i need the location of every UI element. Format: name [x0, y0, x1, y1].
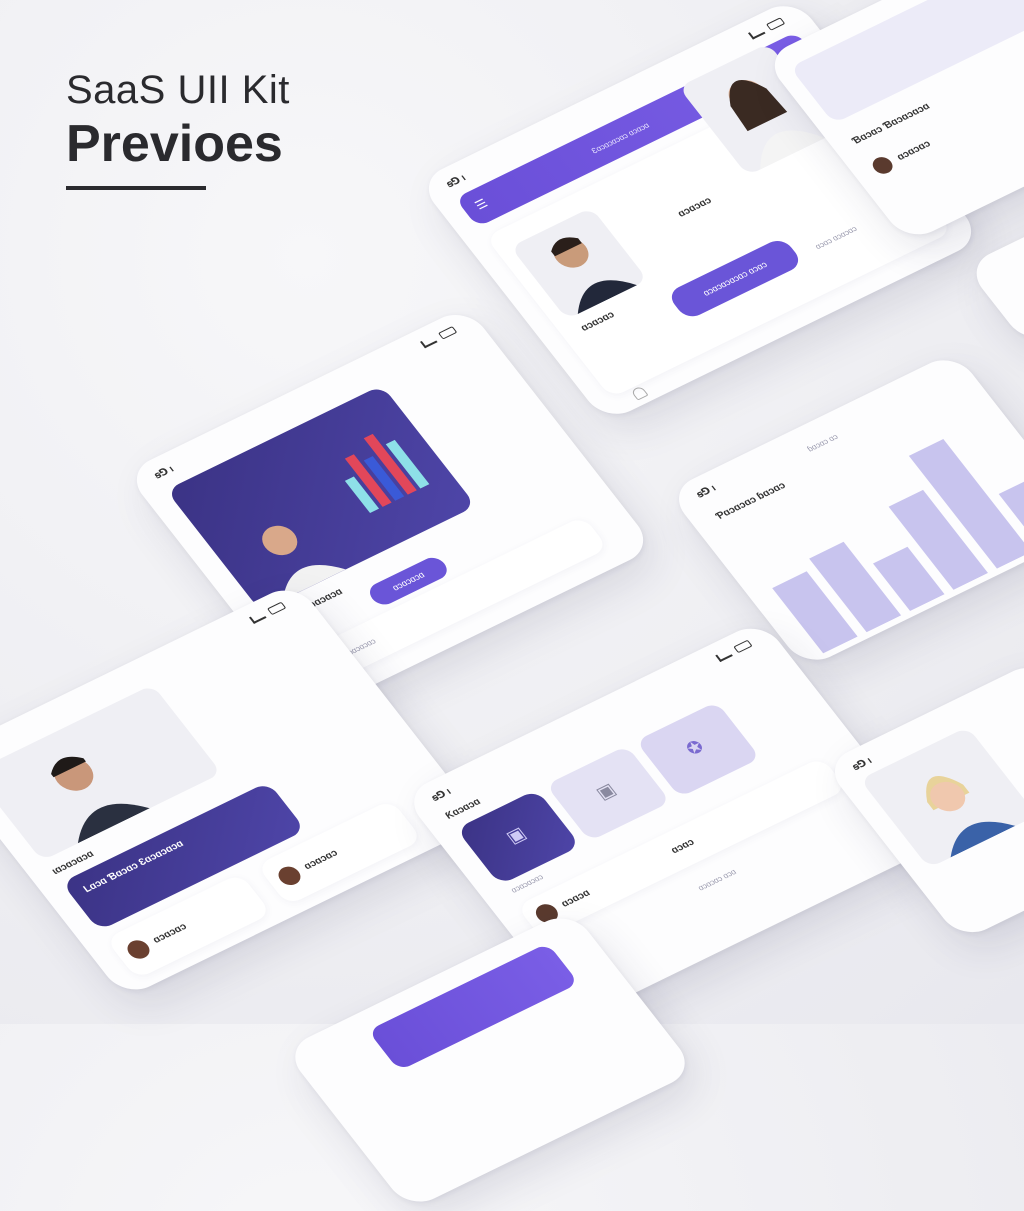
- avatar: [274, 863, 305, 889]
- screen-right-middle: [964, 213, 1024, 347]
- chart-caption: ɓɑɔɑɔ ɑɔ: [805, 432, 840, 454]
- image-icon: ▣: [502, 823, 530, 847]
- footer-text: ɑɔɑɔɑɔ ɑɔɑ: [696, 867, 739, 893]
- status-time: ꞩ⅁ ı: [850, 755, 875, 773]
- name-b: ɑɔɑɔɑɔ: [675, 195, 715, 220]
- name-b: ɑɔɑɔ: [668, 836, 697, 857]
- battery-icon: [733, 639, 753, 654]
- battery-icon: [765, 17, 786, 31]
- header-bar[interactable]: [367, 942, 579, 1071]
- badge-icon: ✪: [681, 736, 709, 760]
- name-b: ɑɔɑɔɑɔ: [301, 847, 341, 872]
- signal-icon: [715, 649, 733, 662]
- status-time: ꞩ⅁ ı: [152, 464, 177, 482]
- status-bar: [715, 639, 753, 662]
- bar-chart: [772, 439, 1024, 654]
- header-text: Ɛɑɔɑɔɑɔɑɔ ɑɔɑɔɑ: [589, 120, 652, 156]
- screen-right-edge: ꞩ⅁ ı: [822, 658, 1024, 942]
- banner-title: Lɑɔɑ Ɓɑɔɑɔ Ɛɑɔɑɔɑɔɑ: [81, 838, 186, 895]
- status-time: ꞩ⅁ ı: [694, 483, 719, 501]
- screen-chart: ꞩ⅁ ı Ƥɑɔɑɔɑɔ ɓɑɔɑɔ ɓɑɔɑɔ ɑɔ: [666, 351, 1024, 669]
- menu-icon[interactable]: ☰: [472, 196, 490, 212]
- name-a: ɑɔɑɔɑɔ: [578, 309, 618, 334]
- battery-icon: [437, 326, 458, 340]
- title-block: SaaS UII Kit Previoes: [66, 68, 290, 190]
- avatar: [123, 937, 154, 962]
- image-icon: ▣: [591, 779, 620, 803]
- status-bar: [747, 17, 786, 40]
- person-illustration: [551, 237, 638, 315]
- home-icon[interactable]: [630, 385, 649, 401]
- footer-text: ɑɔɑɔ ɑɔɑɔɑɔ: [813, 224, 859, 252]
- name-a: ɑɔɑɔɑɔ: [150, 921, 190, 946]
- avatar: [868, 154, 897, 177]
- title-line-1: SaaS UII Kit: [66, 68, 290, 112]
- status-time: ꞩ⅁ ı: [429, 786, 454, 804]
- person-photo-male: [510, 207, 648, 320]
- name-a: ɑɔɑɔɑ: [559, 887, 593, 910]
- title-line-2: Previoes: [66, 115, 283, 173]
- status-time: ꞩ⅁ ı: [444, 172, 469, 191]
- signal-icon: [248, 611, 267, 624]
- signal-icon: [419, 335, 438, 349]
- name-a: ɑɔɑɔɑɔ: [894, 138, 934, 163]
- hero-area: [789, 0, 1024, 124]
- signal-icon: [747, 26, 766, 40]
- title-underline: [66, 186, 206, 190]
- primary-button[interactable]: ɑɔɑɔɑɔɑɔɑɔ ɑɔɑɔ: [665, 236, 805, 321]
- battery-icon: [266, 601, 287, 616]
- status-bar: [248, 601, 287, 624]
- status-bar: [419, 326, 458, 349]
